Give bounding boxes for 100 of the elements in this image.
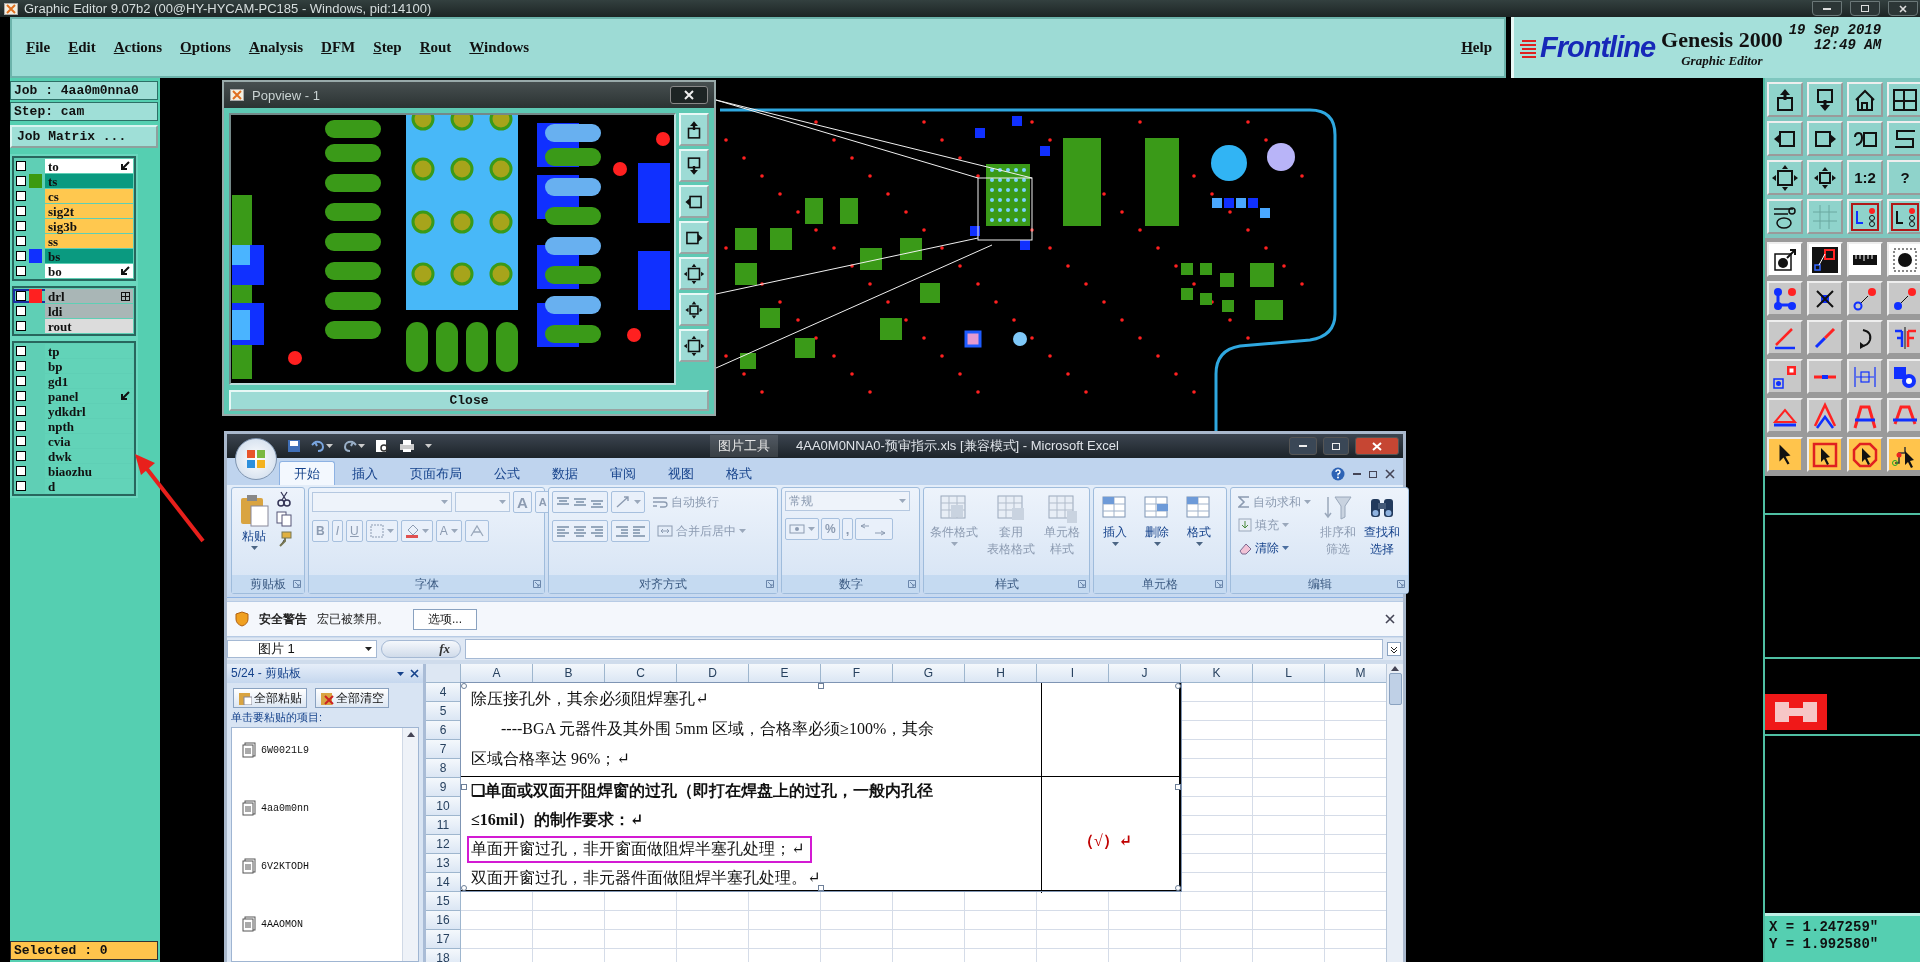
layer-row[interactable]: bs xyxy=(13,249,133,263)
layer-row[interactable]: dwk xyxy=(13,449,133,463)
window-title: Popview - 1 xyxy=(252,87,320,103)
ribbon-tab[interactable]: 格式 xyxy=(711,461,767,485)
layer-row[interactable]: panel xyxy=(13,389,133,403)
layer-row[interactable]: d xyxy=(13,479,133,493)
layer-name[interactable]: biaozhu xyxy=(45,464,133,478)
layer-name[interactable]: cvia xyxy=(45,434,133,448)
clipboard-item[interactable]: 4AAOMON xyxy=(242,916,402,932)
table-image[interactable]: 除压接孔外，其余必须阻焊塞孔↵ ----BGA 元器件及其外围 5mm 区域，合格率必须≥100%，其余 区域合格率达 96%；↵ ❑单面或双面开阻焊窗的过孔（即打在焊盘上的过孔，一般内孔径 ≤16mil）的制作要求：↵ 单面开窗过孔，非开窗面做阻焊半塞孔处理；↵ 双面开窗过孔，非元器件面做阻焊半塞孔处理。↵ （√）↵ xyxy=(461,683,1181,891)
row-header[interactable]: 9 xyxy=(426,778,461,797)
edit-large-button[interactable]: 查找和 选择 xyxy=(1361,491,1403,559)
layer-name[interactable]: ldi xyxy=(45,304,133,318)
row-header[interactable]: 7 xyxy=(426,740,461,759)
row-header[interactable]: 17 xyxy=(426,930,461,949)
clipboard-item[interactable]: 4aa0m0nn xyxy=(242,800,402,816)
cells-button[interactable]: 插入 xyxy=(1097,491,1133,548)
close-button[interactable]: Close xyxy=(229,390,709,411)
name-box[interactable]: 图片 1 xyxy=(227,640,377,658)
layer-row[interactable]: ts xyxy=(13,174,133,188)
row-header[interactable]: 18 xyxy=(426,949,461,962)
layer-name[interactable]: panel xyxy=(45,389,133,403)
clear-all-button[interactable]: 全部清空 xyxy=(315,688,389,708)
layer-row[interactable]: ydkdrl xyxy=(13,404,133,418)
menu-item[interactable]: Help xyxy=(1459,39,1494,56)
ribbon-tab[interactable]: 数据 xyxy=(537,461,593,485)
layer-row[interactable]: biaozhu xyxy=(13,464,133,478)
layer-row[interactable]: cs xyxy=(13,189,133,203)
table-text: 区域合格率达 96%；↵ xyxy=(471,749,630,769)
layer-row[interactable]: sig3b xyxy=(13,219,133,233)
logo-text: Frontline xyxy=(1540,31,1656,64)
layer-row[interactable]: gd1 xyxy=(13,374,133,388)
menu-item[interactable]: Analysis xyxy=(246,39,306,56)
layer-name[interactable]: to xyxy=(45,159,133,173)
menu-item[interactable]: Step xyxy=(371,39,404,56)
options-button[interactable]: 选项... xyxy=(413,608,477,630)
row-header[interactable]: 5 xyxy=(426,702,461,721)
clipboard-item[interactable]: 6V2KTODH xyxy=(242,858,402,874)
paste-all-button[interactable]: 全部粘贴 xyxy=(233,688,307,708)
layer-row[interactable]: sig2t xyxy=(13,204,133,218)
ribbon-tab[interactable]: 审阅 xyxy=(595,461,651,485)
layer-name[interactable]: sig2t xyxy=(45,204,133,218)
row-header[interactable]: 14 xyxy=(426,873,461,892)
layer-name[interactable]: d xyxy=(45,479,133,493)
layer-name[interactable]: ts xyxy=(45,174,133,188)
menu-item[interactable]: File xyxy=(24,39,53,56)
layer-name[interactable]: npth xyxy=(45,419,133,433)
menu-item[interactable]: Options xyxy=(178,39,233,56)
layer-row[interactable]: bp xyxy=(13,359,133,373)
layer-name[interactable]: ydkdrl xyxy=(45,404,133,418)
layer-name[interactable]: tp xyxy=(45,344,133,358)
layer-name[interactable]: drl xyxy=(45,289,133,303)
layer-row[interactable]: tp xyxy=(13,344,133,358)
column-header[interactable]: K xyxy=(1181,664,1253,683)
paste-button[interactable]: 粘贴 xyxy=(235,491,273,572)
tool-button[interactable]: ? xyxy=(1887,160,1920,195)
layer-row[interactable]: bo xyxy=(13,264,133,278)
layer-name[interactable]: rout xyxy=(45,319,133,333)
row-header[interactable]: 16 xyxy=(426,911,461,930)
row-header[interactable]: 13 xyxy=(426,854,461,873)
layer-row[interactable]: to xyxy=(13,159,133,173)
row-header[interactable]: 8 xyxy=(426,759,461,778)
column-header[interactable]: L xyxy=(1253,664,1325,683)
layer-name[interactable]: bp xyxy=(45,359,133,373)
layer-row[interactable]: cvia xyxy=(13,434,133,448)
layer-row[interactable]: ldi xyxy=(13,304,133,318)
edit-button[interactable]: 清除 xyxy=(1234,537,1293,559)
clipboard-item[interactable]: 6W0021L9 xyxy=(242,742,402,758)
layer-name[interactable]: bo xyxy=(45,264,133,278)
ribbon-tab[interactable]: 开始 xyxy=(279,461,335,485)
layer-name[interactable]: dwk xyxy=(45,449,133,463)
menu-item[interactable]: Actions xyxy=(111,39,165,56)
ribbon-tab[interactable]: 页面布局 xyxy=(395,461,477,485)
row-header[interactable]: 4 xyxy=(426,683,461,702)
layer-name[interactable]: gd1 xyxy=(45,374,133,388)
layer-name[interactable]: cs xyxy=(45,189,133,203)
menu-item[interactable]: Rout xyxy=(417,39,454,56)
ribbon-tab[interactable]: 插入 xyxy=(337,461,393,485)
row-header[interactable]: 15 xyxy=(426,892,461,911)
cells-button[interactable]: 删除 xyxy=(1139,491,1175,548)
layer-row[interactable]: npth xyxy=(13,419,133,433)
row-header[interactable]: 10 xyxy=(426,797,461,816)
layer-name[interactable]: ss xyxy=(45,234,133,248)
menu-item[interactable]: Edit xyxy=(66,39,98,56)
ribbon-tab[interactable]: 公式 xyxy=(479,461,535,485)
layer-name[interactable]: sig3b xyxy=(45,219,133,233)
layer-row[interactable]: ss xyxy=(13,234,133,248)
row-header[interactable]: 11 xyxy=(426,816,461,835)
column-header[interactable]: M xyxy=(1325,664,1386,683)
layer-row[interactable]: rout xyxy=(13,319,133,333)
menu-item[interactable]: Windows xyxy=(467,39,532,56)
layer-row[interactable]: drl xyxy=(13,289,133,303)
cells-button[interactable]: 格式 xyxy=(1181,491,1217,548)
ribbon-tab[interactable]: 视图 xyxy=(653,461,709,485)
menu-item[interactable]: DFM xyxy=(319,39,358,56)
row-header[interactable]: 6 xyxy=(426,721,461,740)
tool-button[interactable]: 1:2 xyxy=(1847,160,1883,195)
layer-name[interactable]: bs xyxy=(45,249,133,263)
job-matrix-button[interactable]: Job Matrix ... xyxy=(10,125,158,148)
row-header[interactable]: 12 xyxy=(426,835,461,854)
